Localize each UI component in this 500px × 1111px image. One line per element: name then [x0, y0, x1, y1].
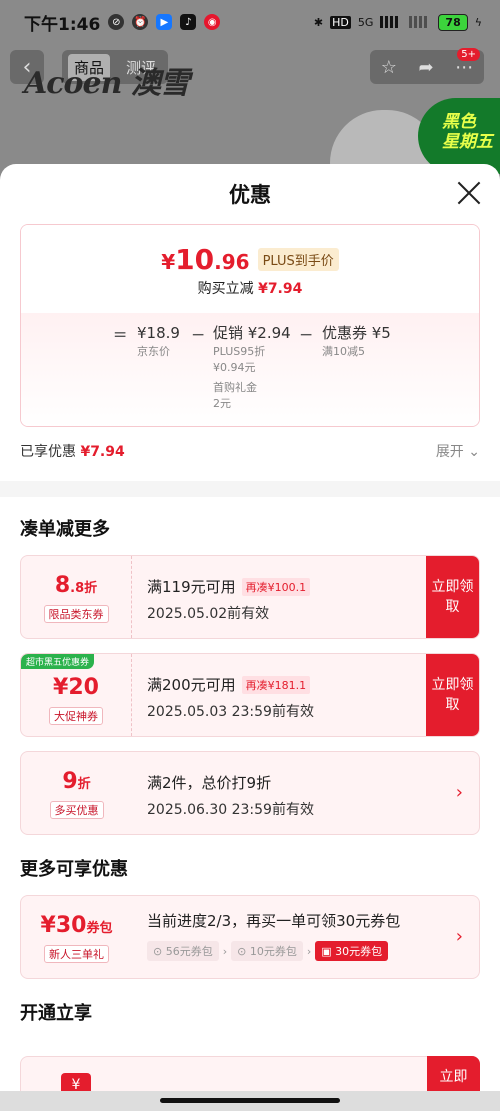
status-time: 下午1:46: [24, 14, 101, 35]
brand-logo: Acoen 澳雪: [24, 66, 190, 101]
equals-sign: =: [113, 325, 128, 345]
coupon-card: 超市黑五优惠券 ¥20 大促神券 满200元可用 再凑¥181.1 2025.05…: [20, 653, 480, 737]
status-system-icons: ✱ HD 5G 78 ϟ: [313, 13, 482, 31]
signal-icon: [380, 16, 403, 28]
pack-step-current: ▣ 30元券包: [315, 941, 389, 961]
coupon-value: 9折: [62, 769, 91, 794]
hd-icon: HD: [330, 15, 351, 29]
price-breakdown: = ¥18.9 京东价 − 促销 ¥2.94 PLUS95折 ¥0.94元 首购…: [21, 313, 479, 426]
section-divider: [0, 481, 500, 497]
price-card: ¥10.96 PLUS到手价 购买立减 ¥7.94 = ¥18.9 京东价 − …: [20, 224, 480, 427]
discount-sheet: 优惠 ¥10.96 PLUS到手价 购买立减 ¥7.94 = ¥18.9 京东价…: [0, 164, 500, 1111]
mute-icon: ⊘: [108, 14, 125, 30]
signal-icon-2: [409, 16, 432, 28]
coupon-pack-card[interactable]: ¥30券包 新人三单礼 当前进度2/3，再买一单可领30元券包 ⊙ 56元券包 …: [20, 895, 480, 979]
minus-sign: −: [191, 325, 206, 345]
chevron-right-icon: ›: [455, 782, 463, 803]
expand-button[interactable]: 展开 ⌄: [436, 441, 480, 461]
status-notification-icons: ⊘ ⏰ ▶ ♪ ◉: [108, 14, 221, 30]
section-title-more: 更多可享优惠: [20, 859, 128, 880]
coupon-info: 满2件，总价打9折 2025.06.30 23:59前有效: [147, 772, 419, 819]
close-icon[interactable]: [456, 180, 482, 206]
alarm-icon: ⏰: [132, 14, 149, 30]
coupon-expiry: 2025.06.30 23:59前有效: [147, 802, 314, 818]
enjoyed-discount-row: 已享优惠 ¥7.94 展开 ⌄: [20, 441, 480, 461]
pack-type: 新人三单礼: [44, 945, 109, 963]
coupon-card: 8.8折 限品类东券 满119元可用 再凑¥100.1 2025.05.02前有效…: [20, 555, 480, 639]
final-price-area: ¥10.96 PLUS到手价 购买立减 ¥7.94: [21, 225, 479, 313]
cart-badge: 5+: [457, 48, 480, 61]
coupon-value: ¥20: [53, 675, 99, 700]
coupon-expiry: 2025.05.03 23:59前有效: [147, 704, 314, 720]
coupon-value: 8.8折: [54, 573, 98, 598]
coupon-item: 优惠券 ¥5 满10减5: [322, 324, 391, 358]
coupon-info: 满119元可用 再凑¥100.1 2025.05.02前有效: [147, 576, 419, 623]
bluetooth-icon: ✱: [313, 15, 324, 29]
sheet-title: 优惠: [229, 183, 271, 207]
badge-line-1: 黑色: [442, 112, 476, 132]
coupon-condition: 满200元可用: [147, 676, 236, 694]
sheet-header: 优惠: [0, 164, 500, 224]
star-icon[interactable]: ☆: [381, 57, 397, 78]
tiktok-icon: ♪: [180, 14, 197, 30]
pack-value-area: ¥30券包 新人三单礼: [21, 896, 132, 978]
coupon-condition: 满119元可用: [147, 578, 236, 596]
claim-coupon-button[interactable]: 立即领取: [426, 556, 479, 638]
plus-price-tag: PLUS到手价: [257, 248, 339, 271]
share-icon[interactable]: ➦: [419, 57, 434, 78]
status-bar: 下午1:46 ⊘ ⏰ ▶ ♪ ◉ ✱ HD 5G 78 ϟ: [0, 0, 500, 44]
black-friday-badge: 黑色 星期五: [418, 98, 500, 174]
nav-actions: ☆ ➦ ⋯ 5+: [370, 48, 484, 84]
coupon-type: 多买优惠: [49, 801, 104, 819]
section-title-combine: 凑单减更多: [20, 519, 110, 540]
coupon-corner-tag: 超市黑五优惠券: [21, 654, 95, 669]
coupon-type: 大促神券: [49, 707, 103, 725]
pack-info: 当前进度2/3，再买一单可领30元券包 ⊙ 56元券包 › ⊙ 10元券包 › …: [147, 910, 439, 961]
step-arrow-icon: ›: [222, 944, 228, 958]
charging-icon: ϟ: [474, 15, 482, 29]
chevron-right-icon: ›: [455, 926, 463, 947]
multi-buy-card[interactable]: 9折 多买优惠 满2件，总价打9折 2025.06.30 23:59前有效 ›: [20, 751, 480, 835]
coupon-expiry: 2025.05.02前有效: [147, 606, 270, 622]
weibo-icon: ◉: [204, 14, 221, 30]
pack-condition: 当前进度2/3，再买一单可领30元券包: [147, 912, 401, 930]
claim-coupon-button[interactable]: 立即领取: [426, 654, 479, 736]
promo-item: 促销 ¥2.94 PLUS95折 ¥0.94元 首购礼金 2元: [213, 324, 291, 410]
home-indicator[interactable]: [160, 1098, 340, 1103]
minus-sign-2: −: [299, 325, 314, 345]
jd-price-item: ¥18.9 京东价: [137, 324, 180, 358]
coupon-need-tag: 再凑¥181.1: [241, 675, 311, 694]
coupon-need-tag: 再凑¥100.1: [241, 577, 311, 596]
network-label: 5G: [357, 15, 374, 29]
app-notify-icon: ▶: [156, 14, 173, 30]
battery-indicator: 78: [438, 13, 468, 31]
coupon-condition: 满2件，总价打9折: [147, 774, 272, 792]
pack-step: ⊙ 56元券包: [147, 941, 219, 961]
coupon-value-area: 超市黑五优惠券 ¥20 大促神券: [21, 654, 132, 736]
step-arrow-icon: ›: [306, 944, 312, 958]
coupon-info: 满200元可用 再凑¥181.1 2025.05.03 23:59前有效: [147, 674, 419, 721]
enjoyed-discount: 已享优惠 ¥7.94: [20, 444, 125, 460]
pack-step: ⊙ 10元券包: [231, 941, 303, 961]
badge-line-2: 星期五: [442, 132, 493, 152]
coupon-value-area: 8.8折 限品类东券: [21, 556, 132, 638]
buy-reduce-line: 购买立减 ¥7.94: [197, 281, 303, 297]
coupon-value-area: 9折 多买优惠: [21, 752, 132, 834]
pack-value: ¥30券包: [40, 913, 113, 938]
coupon-type: 限品类东券: [43, 605, 109, 623]
section-title-open: 开通立享: [20, 1003, 92, 1024]
pack-steps: ⊙ 56元券包 › ⊙ 10元券包 › ▣ 30元券包: [147, 941, 439, 961]
final-price: ¥10.96: [161, 243, 250, 276]
